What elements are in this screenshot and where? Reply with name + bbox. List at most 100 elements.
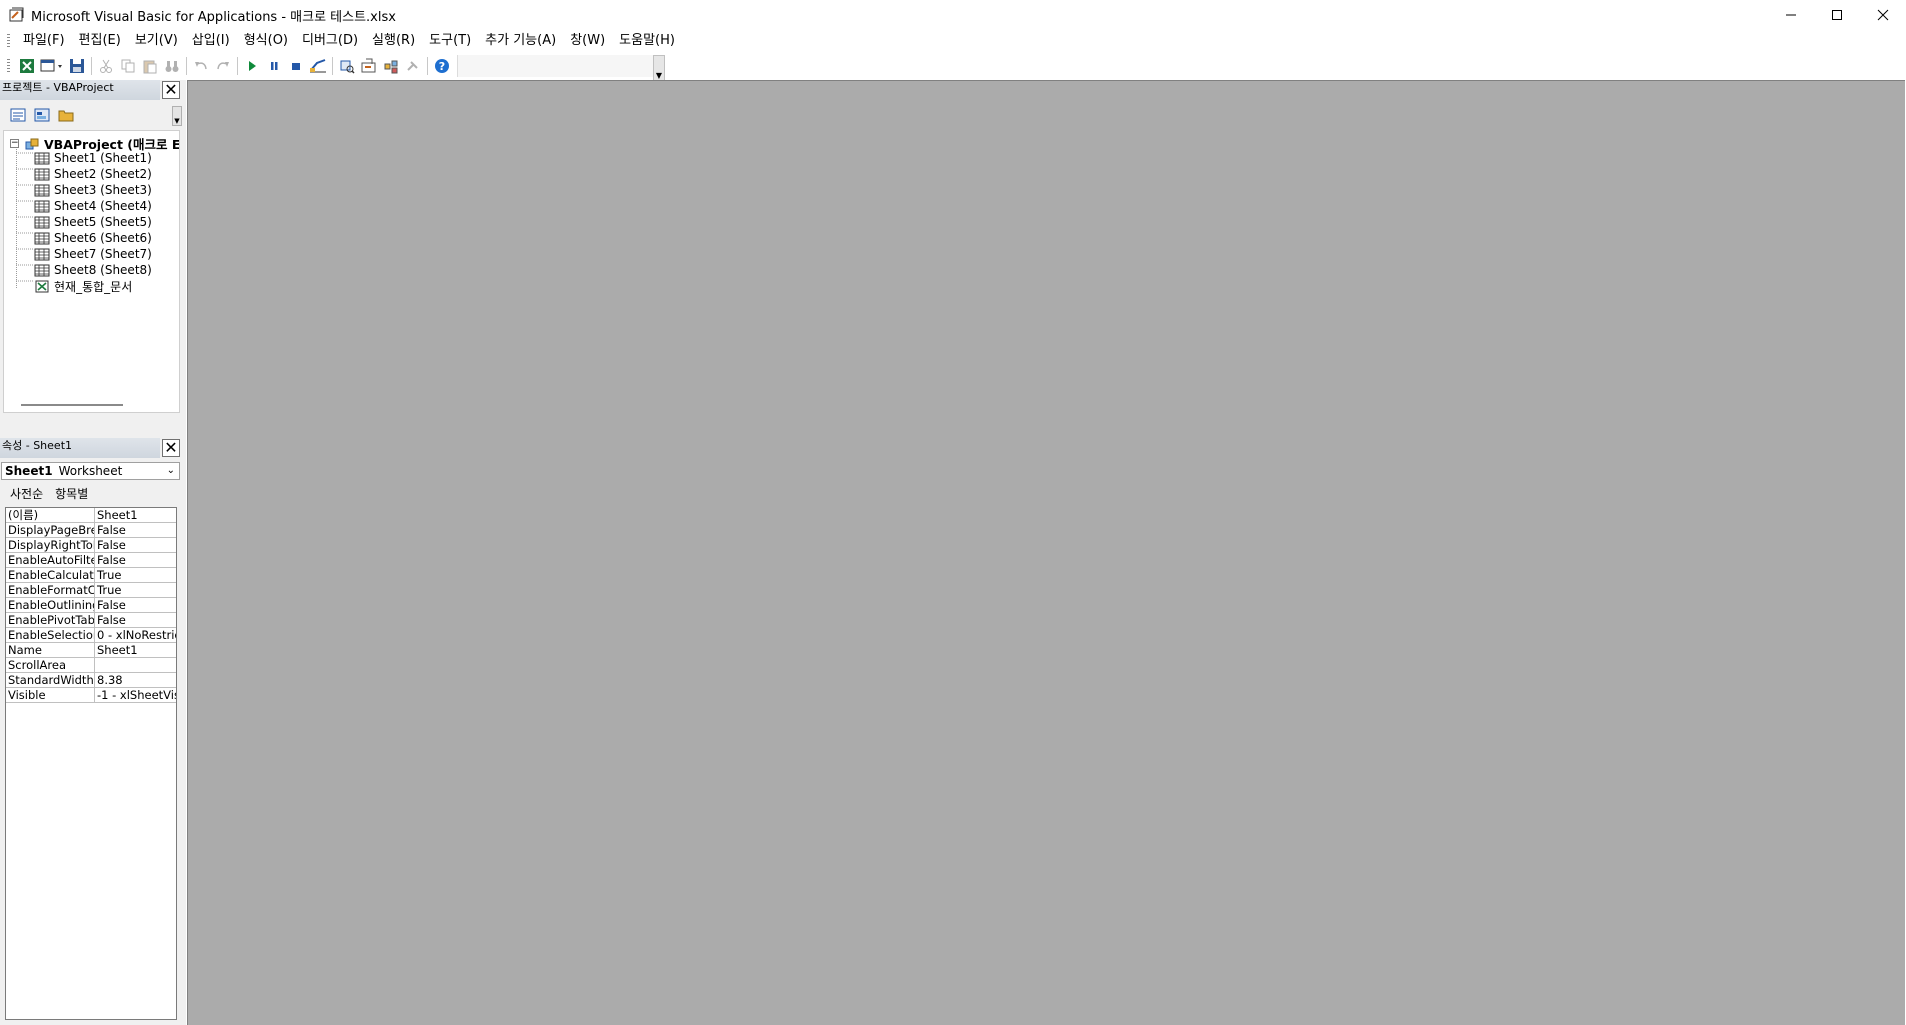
menu-insert[interactable]: 삽입(I) (185, 30, 237, 52)
tree-item-sheet6[interactable]: Sheet6 (Sheet6) (34, 230, 152, 246)
property-value[interactable]: True (95, 583, 176, 597)
project-toolbar-options-chevron-icon[interactable]: ▼ (172, 106, 182, 126)
tree-item-sheet2[interactable]: Sheet2 (Sheet2) (34, 166, 152, 182)
property-row[interactable]: DisplayPageBreaks False (6, 523, 176, 538)
tab-categorized[interactable]: 항목별 (55, 485, 88, 502)
property-value[interactable]: 0 - xlNoRestrictions (95, 628, 176, 642)
toggle-folders-button[interactable] (56, 106, 76, 124)
property-row[interactable]: (이름) Sheet1 (6, 508, 176, 523)
properties-panel-header: 속성 - Sheet1 ✕ (0, 438, 182, 460)
menu-debug[interactable]: 디버그(D) (295, 30, 365, 52)
save-button[interactable] (66, 55, 88, 77)
tree-item-sheet1[interactable]: Sheet1 (Sheet1) (34, 150, 152, 166)
property-row[interactable]: ScrollArea (6, 658, 176, 673)
stop-icon (292, 63, 300, 70)
undo-icon (195, 62, 207, 70)
tree-horizontal-scrollbar[interactable] (21, 404, 123, 406)
redo-button[interactable] (212, 55, 234, 77)
cut-button[interactable] (95, 55, 117, 77)
menu-addins[interactable]: 추가 기능(A) (478, 30, 563, 52)
tree-item-label: Sheet7 (Sheet7) (54, 247, 152, 261)
menu-format[interactable]: 형식(O) (237, 30, 295, 52)
property-value[interactable]: 8.38 (95, 673, 176, 687)
property-row[interactable]: DisplayRightToLeft False (6, 538, 176, 553)
properties-window-button[interactable] (358, 55, 380, 77)
property-name: EnableFormatConditionsCalculation (8, 583, 95, 597)
run-button[interactable] (241, 55, 263, 77)
menu-edit[interactable]: 편집(E) (72, 30, 128, 52)
excel-icon (20, 59, 34, 73)
maximize-icon (1832, 10, 1842, 20)
property-row[interactable]: EnableAutoFilter False (6, 553, 176, 568)
property-value[interactable]: False (95, 598, 176, 612)
tree-item-sheet8[interactable]: Sheet8 (Sheet8) (34, 262, 152, 278)
menu-grip[interactable] (7, 34, 10, 48)
object-selector-dropdown[interactable]: Sheet1 Worksheet ⌄ (1, 462, 180, 480)
property-row[interactable]: Visible -1 - xlSheetVisible (6, 688, 176, 703)
toolbar-separator (186, 57, 187, 75)
property-row[interactable]: Name Sheet1 (6, 643, 176, 658)
menu-tools[interactable]: 도구(T) (422, 30, 478, 52)
property-value[interactable]: -1 - xlSheetVisible (95, 688, 176, 702)
minimize-button[interactable] (1768, 0, 1814, 30)
help-button[interactable]: ? (431, 55, 453, 77)
maximize-button[interactable] (1814, 0, 1860, 30)
find-button[interactable] (161, 55, 183, 77)
menu-file[interactable]: 파일(F) (16, 30, 72, 52)
project-explorer-icon (340, 60, 355, 74)
property-row[interactable]: StandardWidth 8.38 (6, 673, 176, 688)
view-object-button[interactable] (32, 106, 52, 124)
paste-button[interactable] (139, 55, 161, 77)
toolbar-position-readout: ▼ (457, 55, 665, 81)
property-row[interactable]: EnablePivotTable False (6, 613, 176, 628)
property-row[interactable]: EnableFormatConditionsCalculation True (6, 583, 176, 598)
toolbar-options-chevron-icon[interactable]: ▼ (653, 55, 665, 81)
sheet-icon (34, 152, 50, 164)
tree-item-sheet4[interactable]: Sheet4 (Sheet4) (34, 198, 152, 214)
design-mode-button[interactable] (307, 55, 329, 77)
undo-button[interactable] (190, 55, 212, 77)
close-properties-panel-button[interactable]: ✕ (162, 439, 180, 457)
tree-item-sheet3[interactable]: Sheet3 (Sheet3) (34, 182, 152, 198)
minimize-icon (1786, 14, 1796, 16)
menu-window[interactable]: 창(W) (563, 30, 612, 52)
property-value[interactable]: Sheet1 (95, 643, 176, 657)
tree-item-sheet5[interactable]: Sheet5 (Sheet5) (34, 214, 152, 230)
property-row[interactable]: EnableSelection 0 - xlNoRestrictions (6, 628, 176, 643)
project-panel-toolbar: ▼ (0, 102, 182, 128)
view-code-button[interactable] (8, 106, 28, 124)
tree-item-sheet7[interactable]: Sheet7 (Sheet7) (34, 246, 152, 262)
tree-item-label: Sheet6 (Sheet6) (54, 231, 152, 245)
property-value[interactable]: False (95, 523, 176, 537)
reset-button[interactable] (285, 55, 307, 77)
close-icon: ✕ (164, 80, 178, 99)
code-window-area[interactable] (187, 80, 1905, 1025)
close-window-button[interactable] (1860, 0, 1906, 30)
collapse-icon[interactable]: − (10, 139, 19, 148)
menu-view[interactable]: 보기(V) (128, 30, 185, 52)
property-value[interactable]: True (95, 568, 176, 582)
pause-icon (271, 62, 278, 70)
property-value[interactable]: False (95, 553, 176, 567)
break-button[interactable] (263, 55, 285, 77)
tree-item-thisworkbook[interactable]: 현재_통합_문서 (34, 278, 152, 294)
insert-userform-button[interactable] (38, 55, 66, 77)
tree-connector-lines (16, 145, 34, 289)
property-value[interactable] (95, 658, 176, 672)
property-value[interactable]: False (95, 538, 176, 552)
property-value[interactable]: False (95, 613, 176, 627)
menu-run[interactable]: 실행(R) (365, 30, 422, 52)
tab-alphabetic[interactable]: 사전순 (10, 485, 43, 502)
property-value[interactable]: Sheet1 (95, 508, 176, 522)
workbook-icon (35, 280, 49, 292)
menu-help[interactable]: 도움말(H) (612, 30, 682, 52)
close-project-panel-button[interactable]: ✕ (162, 81, 180, 99)
toolbar-grip[interactable] (7, 59, 10, 73)
property-row[interactable]: EnableCalculation True (6, 568, 176, 583)
view-excel-button[interactable] (16, 55, 38, 77)
project-explorer-button[interactable] (336, 55, 358, 77)
property-row[interactable]: EnableOutlining False (6, 598, 176, 613)
copy-button[interactable] (117, 55, 139, 77)
toolbox-button[interactable] (402, 55, 424, 77)
object-browser-button[interactable] (380, 55, 402, 77)
